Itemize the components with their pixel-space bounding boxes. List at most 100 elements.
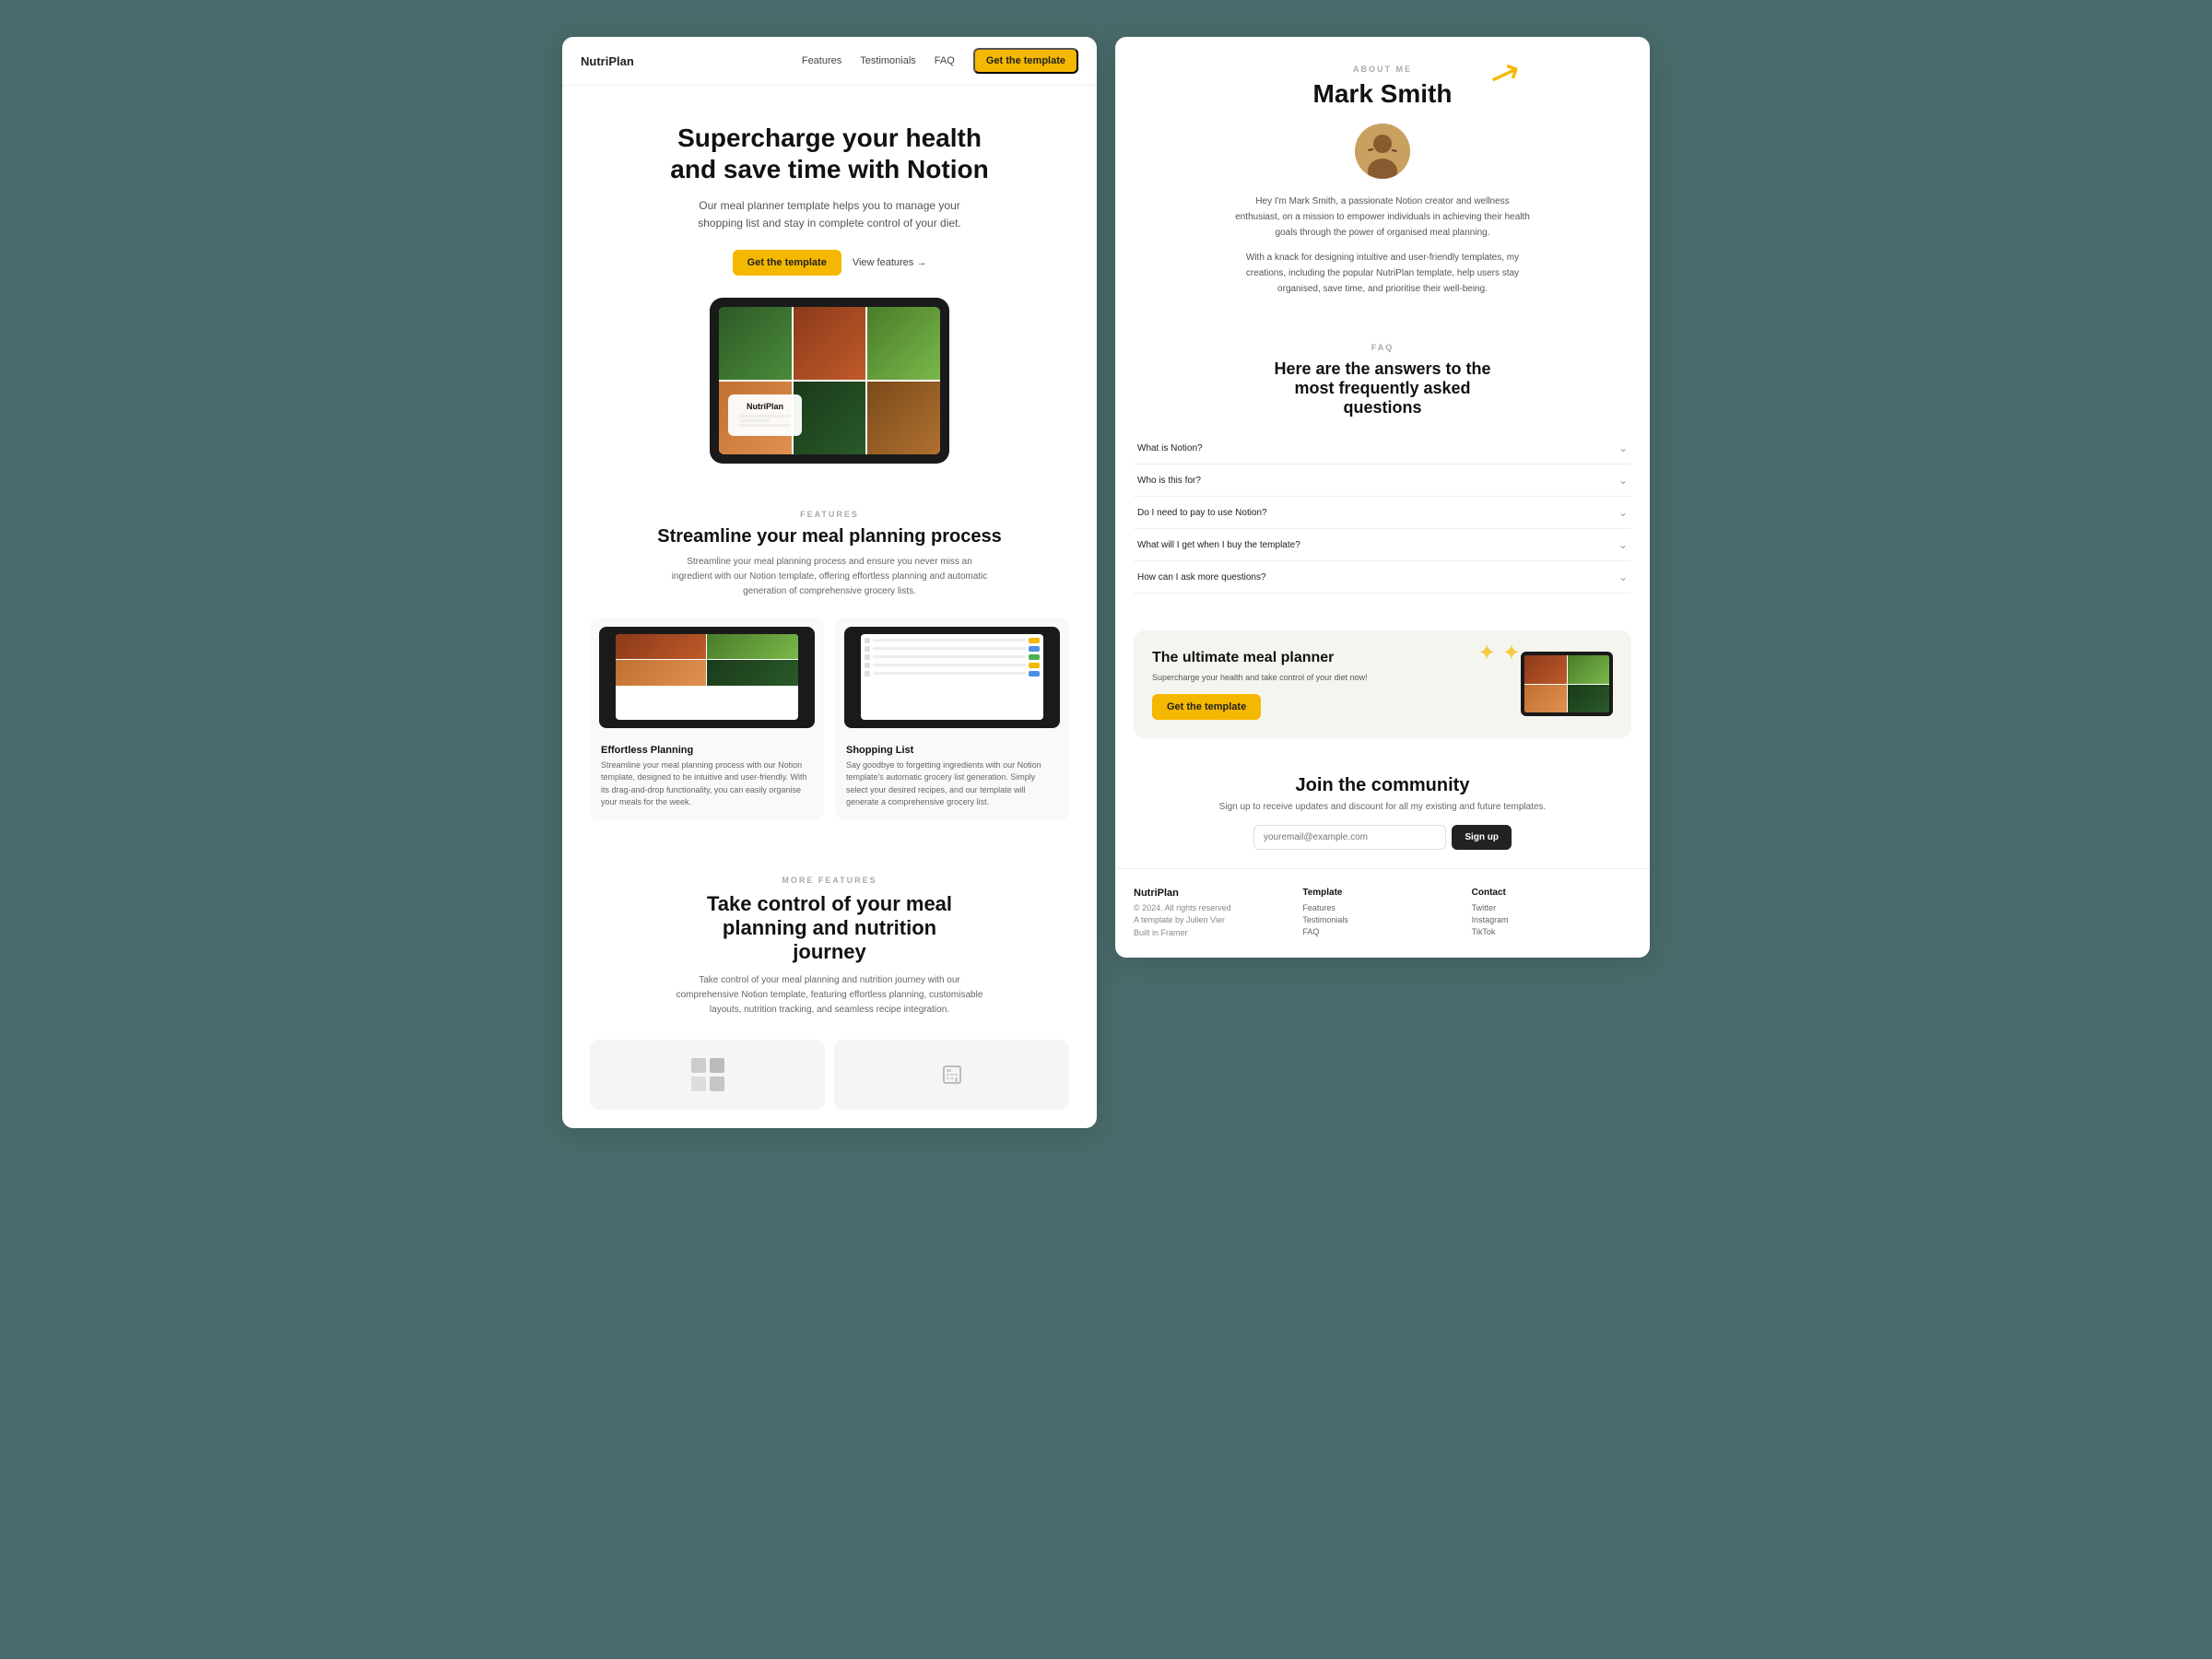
feature-card-planning-body: Effortless Planning Streamline your meal… [590, 737, 824, 820]
footer-copyright: © 2024. All rights reserved [1134, 902, 1293, 915]
food-image-2 [794, 307, 866, 380]
left-panel: NutriPlan Features Testimonials FAQ Get … [562, 37, 1097, 1128]
cta-title: The ultimate meal planner [1152, 649, 1506, 666]
features-label: FEATURES [581, 510, 1078, 519]
mini-list-row-4 [865, 663, 1041, 668]
cta-cell-4 [1568, 685, 1610, 713]
faq-section: FAQ Here are the answers to the most fre… [1115, 324, 1650, 612]
footer-template-col: Template Features Testimonials FAQ [1302, 888, 1462, 940]
faq-item-2[interactable]: Who is this for? ⌄ [1134, 465, 1631, 497]
tablet-overlay: NutriPlan [728, 394, 802, 436]
mini-grid [616, 634, 799, 686]
nav-features[interactable]: Features [802, 55, 841, 66]
footer-features-link[interactable]: Features [1302, 903, 1462, 912]
cta-tablet-mockup [1521, 652, 1613, 716]
nav-cta-button[interactable]: Get the template [973, 48, 1078, 74]
faq-chevron-2: ⌄ [1618, 474, 1628, 487]
hero-tablet-mockup: NutriPlan [710, 298, 949, 464]
mini-list-dot-1 [865, 638, 870, 643]
overlay-line-3 [739, 424, 791, 427]
cta-cell-1 [1524, 655, 1567, 684]
hero-title: Supercharge your health and save time wi… [581, 123, 1078, 184]
mini-list-dot-2 [865, 646, 870, 652]
more-features-label: MORE FEATURES [581, 876, 1078, 885]
cta-get-template-button[interactable]: Get the template [1152, 694, 1261, 720]
icon-cell-3 [691, 1077, 706, 1091]
more-features-section: MORE FEATURES Take control of your meal … [562, 848, 1097, 1128]
footer-faq-link[interactable]: FAQ [1302, 927, 1462, 936]
footer-testimonials-link[interactable]: Testimonials [1302, 915, 1462, 924]
features-section: FEATURES Streamline your meal planning p… [562, 482, 1097, 848]
cta-cell-2 [1568, 655, 1610, 684]
faq-item-3[interactable]: Do I need to pay to use Notion? ⌄ [1134, 497, 1631, 529]
footer-tiktok-link[interactable]: TikTok [1472, 927, 1631, 936]
nav-testimonials[interactable]: Testimonials [860, 55, 916, 66]
feature-card-planning: Effortless Planning Streamline your meal… [590, 618, 824, 820]
mini-list-line-2 [873, 647, 1027, 650]
cta-box: ✦ ✦ The ultimate meal planner Supercharg… [1134, 630, 1631, 738]
faq-label: FAQ [1134, 343, 1631, 352]
icon-cell-1 [691, 1058, 706, 1073]
right-panel: ABOUT ME ↗ Mark Smith Hey I'm Mark Smith… [1115, 37, 1650, 958]
faq-question-4: What will I get when I buy the template? [1137, 540, 1300, 550]
about-label: ABOUT ME [1134, 65, 1631, 74]
footer-contact-title: Contact [1472, 888, 1631, 898]
footer-twitter-link[interactable]: Twitter [1472, 903, 1631, 912]
feature-card-shopping-text: Say goodbye to forgetting ingredients wi… [846, 759, 1058, 809]
avatar [1355, 124, 1410, 179]
faq-item-5[interactable]: How can I ask more questions? ⌄ [1134, 561, 1631, 594]
mini-list-badge-1 [1029, 638, 1040, 643]
mini-cell-3 [616, 660, 707, 686]
feature-card-planning-text: Streamline your meal planning process wi… [601, 759, 813, 809]
cta-cell-3 [1524, 685, 1567, 713]
mini-list-row-2 [865, 646, 1041, 652]
nav-faq[interactable]: FAQ [935, 55, 955, 66]
mini-list-line-3 [873, 655, 1027, 658]
mini-list-dot-4 [865, 663, 870, 668]
icon-cell-2 [710, 1058, 724, 1073]
overlay-line-2 [739, 419, 771, 422]
mini-cell-4 [707, 660, 798, 686]
hero-view-features-button[interactable]: View features → [853, 250, 927, 276]
faq-question-2: Who is this for? [1137, 476, 1201, 486]
overlay-line-1 [739, 415, 791, 418]
signup-button[interactable]: Sign up [1452, 825, 1512, 850]
mini-cell-2 [707, 634, 798, 660]
cta-decoration: ✦ ✦ [1477, 640, 1521, 666]
email-input[interactable] [1253, 825, 1446, 850]
feature-card-shopping-title: Shopping List [846, 745, 1058, 756]
food-image-3 [867, 307, 940, 380]
community-text: Sign up to receive updates and discount … [1134, 802, 1631, 812]
mini-list-line-1 [873, 639, 1027, 641]
cta-screen [1524, 655, 1609, 712]
mini-list-line-5 [873, 672, 1027, 675]
food-image-1 [719, 307, 792, 380]
feature-card-planning-title: Effortless Planning [601, 745, 813, 756]
footer: NutriPlan © 2024. All rights reserved A … [1115, 868, 1650, 959]
faq-chevron-3: ⌄ [1618, 506, 1628, 519]
faq-item-1[interactable]: What is Notion? ⌄ [1134, 432, 1631, 465]
community-title: Join the community [1134, 775, 1631, 796]
overlay-title: NutriPlan [739, 402, 791, 411]
about-name: Mark Smith [1134, 79, 1631, 109]
mini-icon-cards [581, 1040, 1078, 1110]
faq-question-3: Do I need to pay to use Notion? [1137, 508, 1267, 518]
faq-title: Here are the answers to the most frequen… [1253, 359, 1512, 418]
nav-links: Features Testimonials FAQ Get the templa… [802, 48, 1078, 74]
hero-get-template-button[interactable]: Get the template [733, 250, 841, 276]
food-image-5 [794, 382, 866, 454]
feature-cards: Effortless Planning Streamline your meal… [581, 618, 1078, 820]
grid-icon [691, 1058, 724, 1091]
mini-list-badge-4 [1029, 663, 1040, 668]
faq-chevron-4: ⌄ [1618, 538, 1628, 551]
faq-item-4[interactable]: What will I get when I buy the template?… [1134, 529, 1631, 561]
icon-cell-4 [710, 1077, 724, 1091]
cta-content: The ultimate meal planner Supercharge yo… [1152, 649, 1506, 720]
mini-list-badge-3 [1029, 654, 1040, 660]
hero-buttons: Get the template View features → [581, 250, 1078, 276]
navbar: NutriPlan Features Testimonials FAQ Get … [562, 37, 1097, 86]
footer-instagram-link[interactable]: Instagram [1472, 915, 1631, 924]
hero-subtitle: Our meal planner template helps you to m… [682, 197, 977, 232]
footer-brand: NutriPlan © 2024. All rights reserved A … [1134, 888, 1293, 940]
about-bio-2: With a knack for designing intuitive and… [1235, 250, 1530, 297]
